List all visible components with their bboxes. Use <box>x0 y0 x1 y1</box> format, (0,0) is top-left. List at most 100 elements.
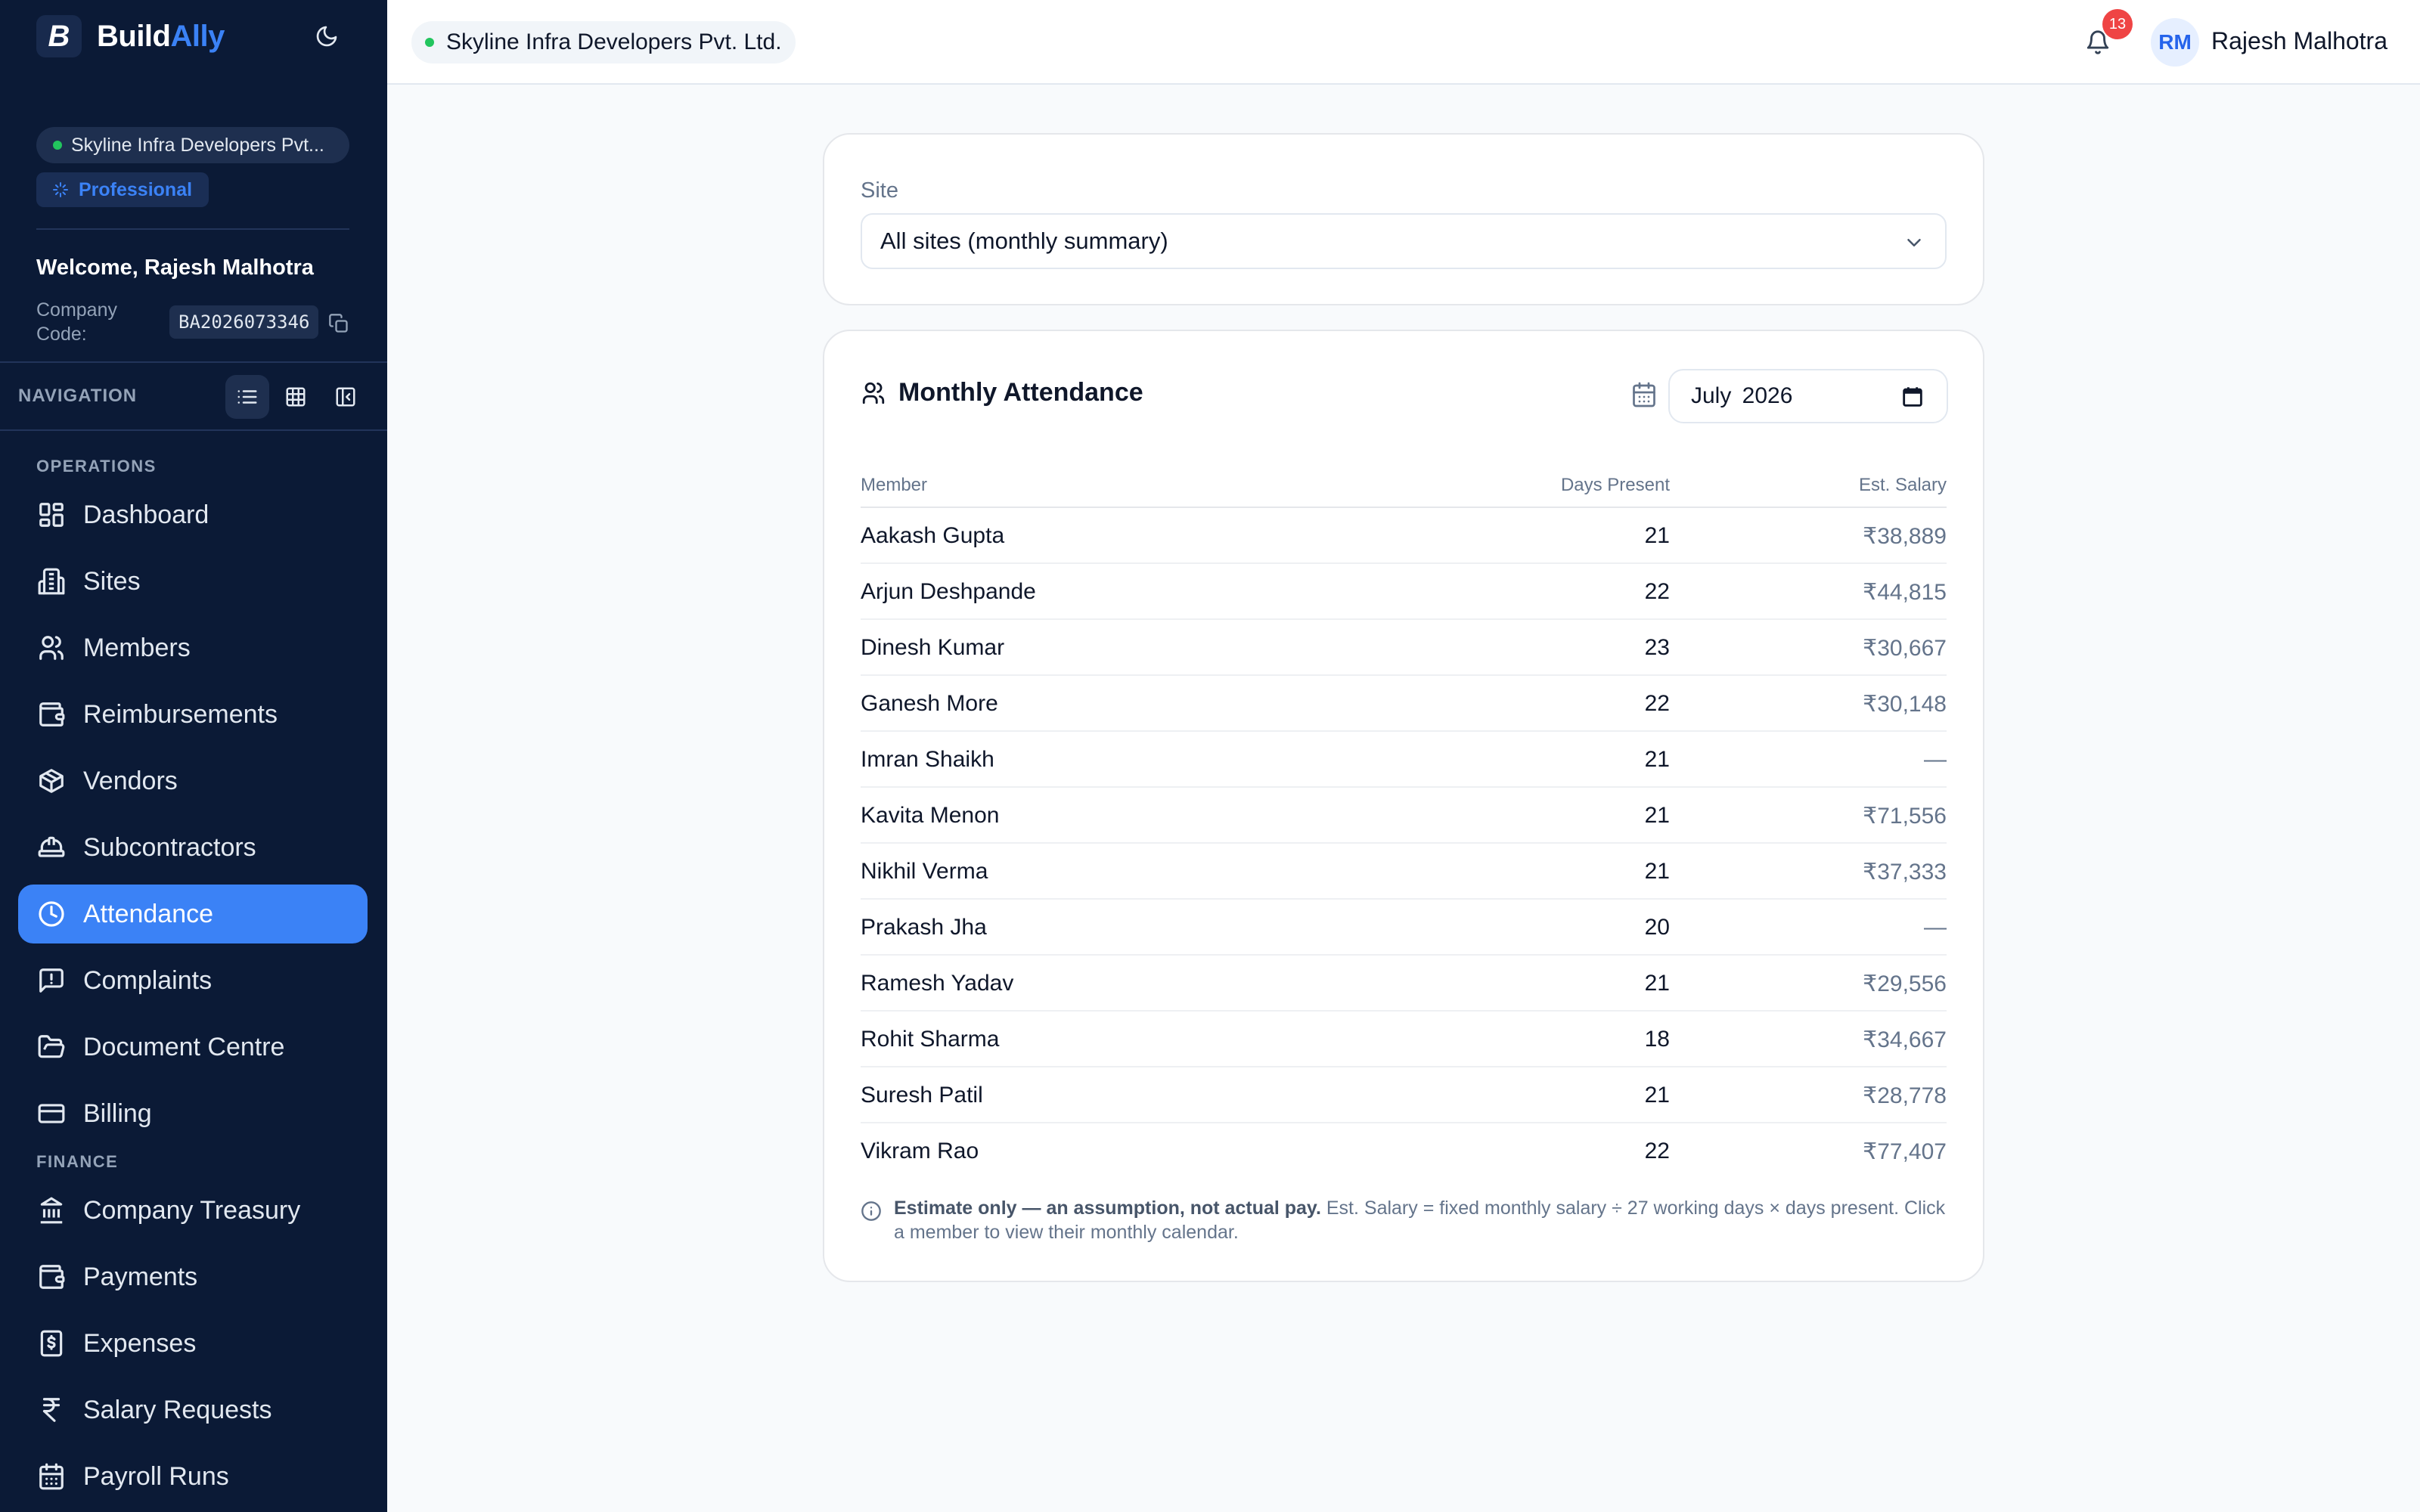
sidebar-item-reimbursements[interactable]: Reimbursements <box>18 685 368 744</box>
card-title: Monthly Attendance <box>861 378 1143 407</box>
header-company-pill[interactable]: Skyline Infra Developers Pvt. Ltd. <box>411 21 796 64</box>
sidebar-item-payroll-runs[interactable]: Payroll Runs <box>18 1447 368 1506</box>
days-present: 21 <box>1644 523 1670 548</box>
table-row[interactable]: Rohit Sharma 18 ₹34,667 <box>861 1012 1947 1067</box>
welcome-text: Welcome, Rajesh Malhotra <box>36 256 314 280</box>
sidebar-item-label: Payroll Runs <box>83 1461 229 1491</box>
sparkle-icon <box>53 182 68 197</box>
calendar-picker-icon[interactable] <box>1900 384 1925 410</box>
receipt-icon <box>36 1328 67 1359</box>
est-salary: ₹34,667 <box>1863 1027 1947 1052</box>
sidebar-item-billing[interactable]: Billing <box>18 1084 368 1143</box>
table-row[interactable]: Nikhil Verma 21 ₹37,333 <box>861 844 1947 900</box>
sidebar-item-document-centre[interactable]: Document Centre <box>18 1018 368 1077</box>
column-header-member: Member <box>861 475 928 495</box>
company-code-label: Company Code: <box>36 299 117 345</box>
table-row[interactable]: Imran Shaikh 21 — <box>861 732 1947 788</box>
sidebar-item-label: Company Treasury <box>83 1195 301 1225</box>
sidebar-item-label: Members <box>83 633 191 662</box>
table-row[interactable]: Suresh Patil 21 ₹28,778 <box>861 1067 1947 1123</box>
days-present: 21 <box>1644 747 1670 772</box>
est-salary: ₹71,556 <box>1863 804 1947 829</box>
sidebar-item-label: Vendors <box>83 766 178 795</box>
moon-icon <box>316 26 337 47</box>
card-title-text: Monthly Attendance <box>898 378 1143 407</box>
column-header-est-salary: Est. Salary <box>1858 475 1947 495</box>
company-code-value: BA2026073346 <box>169 305 319 339</box>
days-present: 22 <box>1644 1139 1670 1163</box>
sidebar-item-expenses[interactable]: Expenses <box>18 1314 368 1373</box>
notification-count-badge: 13 <box>2102 9 2133 39</box>
site-select-value: All sites (monthly summary) <box>880 228 1168 254</box>
building-icon <box>36 566 67 596</box>
table-row[interactable]: Aakash Gupta 21 ₹38,889 <box>861 508 1947 564</box>
brand-logo-icon: B <box>36 15 82 57</box>
wallet-icon <box>36 699 67 730</box>
member-name: Ganesh More <box>861 691 998 716</box>
est-salary: — <box>1924 747 1947 772</box>
days-present: 21 <box>1644 803 1670 828</box>
clock-icon <box>36 899 67 929</box>
est-salary: ₹38,889 <box>1863 524 1947 549</box>
sidebar-item-complaints[interactable]: Complaints <box>18 951 368 1010</box>
days-present: 23 <box>1644 635 1670 660</box>
sidebar-item-label: Subcontractors <box>83 832 256 862</box>
member-name: Dinesh Kumar <box>861 635 1005 660</box>
est-salary: ₹29,556 <box>1863 971 1947 996</box>
sidebar-item-label: Sites <box>83 566 141 596</box>
member-name: Prakash Jha <box>861 915 987 940</box>
sidebar-item-members[interactable]: Members <box>18 618 368 677</box>
days-present: 21 <box>1644 859 1670 884</box>
sidebar-item-label: Complaints <box>83 965 213 995</box>
sidebar-item-label: Expenses <box>83 1328 197 1358</box>
chevron-down-icon <box>1907 239 1921 246</box>
sidebar-item-company-treasury[interactable]: Company Treasury <box>18 1181 368 1240</box>
sidebar-item-subcontractors[interactable]: Subcontractors <box>18 818 368 877</box>
table-row[interactable]: Kavita Menon 21 ₹71,556 <box>861 788 1947 844</box>
table-row[interactable]: Dinesh Kumar 23 ₹30,667 <box>861 620 1947 676</box>
column-header-days-present: Days Present <box>1560 475 1670 495</box>
monthly-attendance-card: Monthly Attendance July 2026 Member Days… <box>823 330 1984 1282</box>
sidebar-item-label: Billing <box>83 1098 152 1128</box>
list-icon <box>237 390 257 404</box>
sidebar-item-label: Payments <box>83 1262 198 1291</box>
dashboard-icon <box>36 500 67 530</box>
est-salary: ₹44,815 <box>1863 580 1947 605</box>
member-name: Rohit Sharma <box>861 1027 1000 1052</box>
table-row[interactable]: Vikram Rao 22 ₹77,407 <box>861 1123 1947 1179</box>
est-salary: ₹30,148 <box>1863 692 1947 717</box>
theme-toggle-button[interactable] <box>309 18 345 54</box>
copy-icon <box>329 314 348 333</box>
sidebar-company-pill[interactable]: Skyline Infra Developers Pvt... <box>36 127 349 163</box>
table-row[interactable]: Prakash Jha 20 — <box>861 900 1947 956</box>
member-name: Suresh Patil <box>861 1083 983 1108</box>
est-salary: ₹28,778 <box>1863 1083 1947 1108</box>
credit-card-icon <box>36 1098 67 1129</box>
folder-open-icon <box>36 1032 67 1062</box>
table-row[interactable]: Ganesh More 22 ₹30,148 <box>861 676 1947 732</box>
sidebar-item-salary-requests[interactable]: Salary Requests <box>18 1380 368 1439</box>
table-row[interactable]: Arjun Deshpande 22 ₹44,815 <box>861 564 1947 620</box>
sidebar: B BuildAlly Skyline Infra Developers Pvt… <box>0 0 387 1512</box>
brand-name-part2: Ally <box>170 19 225 53</box>
sidebar-item-payments[interactable]: Payments <box>18 1247 368 1306</box>
collapse-sidebar-button[interactable] <box>324 375 368 419</box>
sidebar-item-dashboard[interactable]: Dashboard <box>18 485 368 544</box>
sidebar-item-label: Reimbursements <box>83 699 278 729</box>
table-row[interactable]: Ramesh Yadav 21 ₹29,556 <box>861 956 1947 1012</box>
est-salary: ₹37,333 <box>1863 860 1947 885</box>
rupee-icon <box>36 1395 67 1425</box>
list-view-button[interactable] <box>225 375 269 419</box>
month-picker[interactable]: July 2026 <box>1668 369 1948 423</box>
package-icon <box>36 766 67 796</box>
brand[interactable]: B BuildAlly <box>36 15 225 57</box>
sidebar-item-attendance[interactable]: Attendance <box>18 885 368 943</box>
site-select[interactable]: All sites (monthly summary) <box>861 213 1947 269</box>
sidebar-item-sites[interactable]: Sites <box>18 552 368 611</box>
grid-view-button[interactable] <box>274 375 318 419</box>
copy-code-button[interactable] <box>324 308 354 339</box>
sidebar-item-vendors[interactable]: Vendors <box>18 751 368 810</box>
estimate-note-bold: Estimate only — an assumption, not actua… <box>894 1198 1321 1219</box>
avatar[interactable]: RM <box>2151 18 2199 67</box>
user-name[interactable]: Rajesh Malhotra <box>2211 27 2387 55</box>
